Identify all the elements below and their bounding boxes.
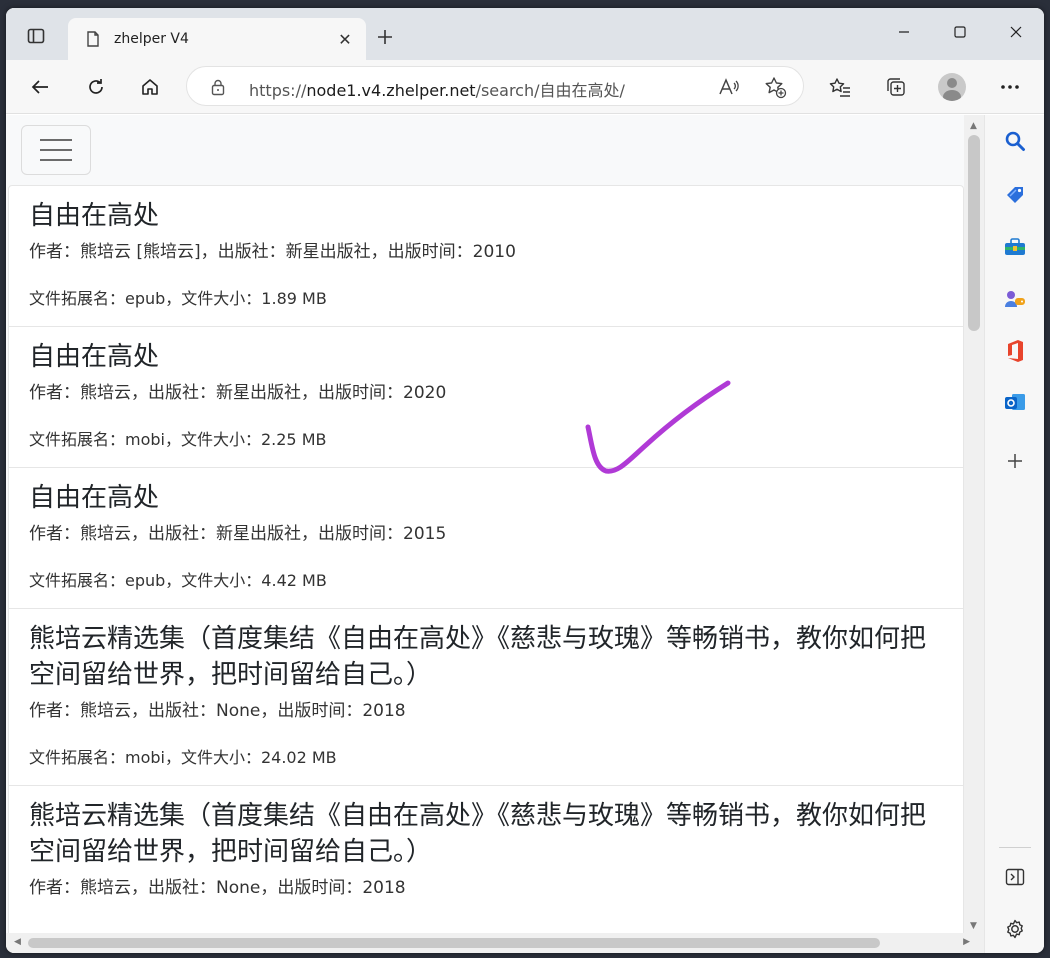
url-path: /search/自由在高处/ <box>475 81 625 100</box>
result-meta: 作者：熊培云，出版社：新星出版社，出版时间：2020 <box>29 383 447 403</box>
scroll-down-icon[interactable]: ▼ <box>970 921 977 931</box>
browser-window: zhelper V4 ✕ https://node1.v4.zhelper.ne… <box>6 8 1044 953</box>
toolbox-icon[interactable] <box>1001 233 1029 261</box>
new-tab-icon[interactable] <box>372 24 398 50</box>
result-title[interactable]: 自由在高处 <box>29 480 943 516</box>
result-title[interactable]: 熊培云精选集（首度集结《自由在高处》《慈悲与玫瑰》等畅销书，教你如何把空间留给世… <box>29 798 943 870</box>
url-scheme: https:// <box>249 81 307 100</box>
result-title[interactable]: 熊培云精选集（首度集结《自由在高处》《慈悲与玫瑰》等畅销书，教你如何把空间留给世… <box>29 621 943 693</box>
collections-icon[interactable] <box>878 69 914 105</box>
tag-icon[interactable] <box>1001 181 1029 209</box>
lock-icon[interactable] <box>209 78 227 96</box>
result-item[interactable]: 熊培云精选集（首度集结《自由在高处》《慈悲与玫瑰》等畅销书，教你如何把空间留给世… <box>8 785 964 935</box>
result-file-info: 文件拓展名：epub，文件大小：4.42 MB <box>29 571 327 590</box>
menu-toggle-button[interactable] <box>21 125 91 175</box>
search-results-list: 自由在高处 作者：熊培云 [熊培云]，出版社：新星出版社，出版时间：2010 文… <box>8 185 964 935</box>
more-options-icon[interactable] <box>992 69 1028 105</box>
tab-bar: zhelper V4 ✕ <box>6 8 1044 60</box>
search-icon[interactable] <box>1001 127 1029 155</box>
games-icon[interactable] <box>1001 285 1029 313</box>
url-host: node1.v4.zhelper.net <box>306 81 476 100</box>
refresh-icon[interactable] <box>78 69 114 105</box>
result-meta: 作者：熊培云，出版社：None，出版时间：2018 <box>29 878 406 898</box>
result-title[interactable]: 自由在高处 <box>29 339 943 375</box>
result-item[interactable]: 自由在高处 作者：熊培云，出版社：新星出版社，出版时间：2015 文件拓展名：e… <box>8 467 964 608</box>
result-file-info: 文件拓展名：epub，文件大小：1.89 MB <box>29 289 327 308</box>
scroll-left-icon[interactable]: ◀ <box>14 937 21 947</box>
minimize-icon[interactable] <box>876 8 932 56</box>
avatar <box>938 73 966 101</box>
tab-title: zhelper V4 <box>114 31 189 47</box>
home-icon[interactable] <box>132 69 168 105</box>
maximize-icon[interactable] <box>932 8 988 56</box>
url-text: https://node1.v4.zhelper.net/search/自由在高… <box>249 77 625 101</box>
vertical-scrollbar[interactable]: ▲ ▼ <box>964 115 984 935</box>
result-meta: 作者：熊培云 [熊培云]，出版社：新星出版社，出版时间：2010 <box>29 242 516 262</box>
gear-icon[interactable] <box>1001 915 1029 943</box>
scroll-right-icon[interactable]: ▶ <box>963 937 970 947</box>
result-item[interactable]: 自由在高处 作者：熊培云 [熊培云]，出版社：新星出版社，出版时间：2010 文… <box>8 185 964 326</box>
result-item[interactable]: 熊培云精选集（首度集结《自由在高处》《慈悲与玫瑰》等畅销书，教你如何把空间留给世… <box>8 608 964 785</box>
profile-avatar[interactable] <box>934 69 970 105</box>
split-screen-icon[interactable] <box>1001 863 1029 891</box>
result-meta: 作者：熊培云，出版社：新星出版社，出版时间：2015 <box>29 524 447 544</box>
sidebar-divider <box>999 847 1031 848</box>
tab-active[interactable]: zhelper V4 ✕ <box>68 18 366 60</box>
scrollbar-thumb[interactable] <box>968 135 980 331</box>
edge-sidebar <box>984 115 1044 953</box>
navigation-bar: https://node1.v4.zhelper.net/search/自由在高… <box>6 60 1044 114</box>
result-title[interactable]: 自由在高处 <box>29 198 943 234</box>
plus-icon[interactable] <box>1001 447 1029 475</box>
result-file-info: 文件拓展名：mobi，文件大小：2.25 MB <box>29 430 327 449</box>
read-aloud-icon[interactable] <box>717 75 741 99</box>
horizontal-scrollbar[interactable]: ◀ ▶ <box>6 933 984 953</box>
scrollbar-thumb[interactable] <box>28 938 880 948</box>
back-icon[interactable] <box>22 69 58 105</box>
window-controls <box>876 8 1044 60</box>
result-item[interactable]: 自由在高处 作者：熊培云，出版社：新星出版社，出版时间：2020 文件拓展名：m… <box>8 326 964 467</box>
hamburger-icon <box>40 139 72 161</box>
result-meta: 作者：熊培云，出版社：None，出版时间：2018 <box>29 701 406 721</box>
result-file-info: 文件拓展名：mobi，文件大小：24.02 MB <box>29 748 337 767</box>
outlook-icon[interactable] <box>1001 389 1029 417</box>
close-tab-icon[interactable]: ✕ <box>334 28 356 50</box>
page-icon <box>84 30 102 48</box>
address-bar[interactable]: https://node1.v4.zhelper.net/search/自由在高… <box>186 66 804 106</box>
tab-actions-icon[interactable] <box>18 22 54 50</box>
page-content: 自由在高处 作者：熊培云 [熊培云]，出版社：新星出版社，出版时间：2010 文… <box>6 115 964 935</box>
close-window-icon[interactable] <box>988 8 1044 56</box>
scroll-up-icon[interactable]: ▲ <box>970 121 977 131</box>
office-icon[interactable] <box>1001 337 1029 365</box>
favorites-icon[interactable] <box>822 69 858 105</box>
add-favorite-icon[interactable] <box>763 75 787 99</box>
